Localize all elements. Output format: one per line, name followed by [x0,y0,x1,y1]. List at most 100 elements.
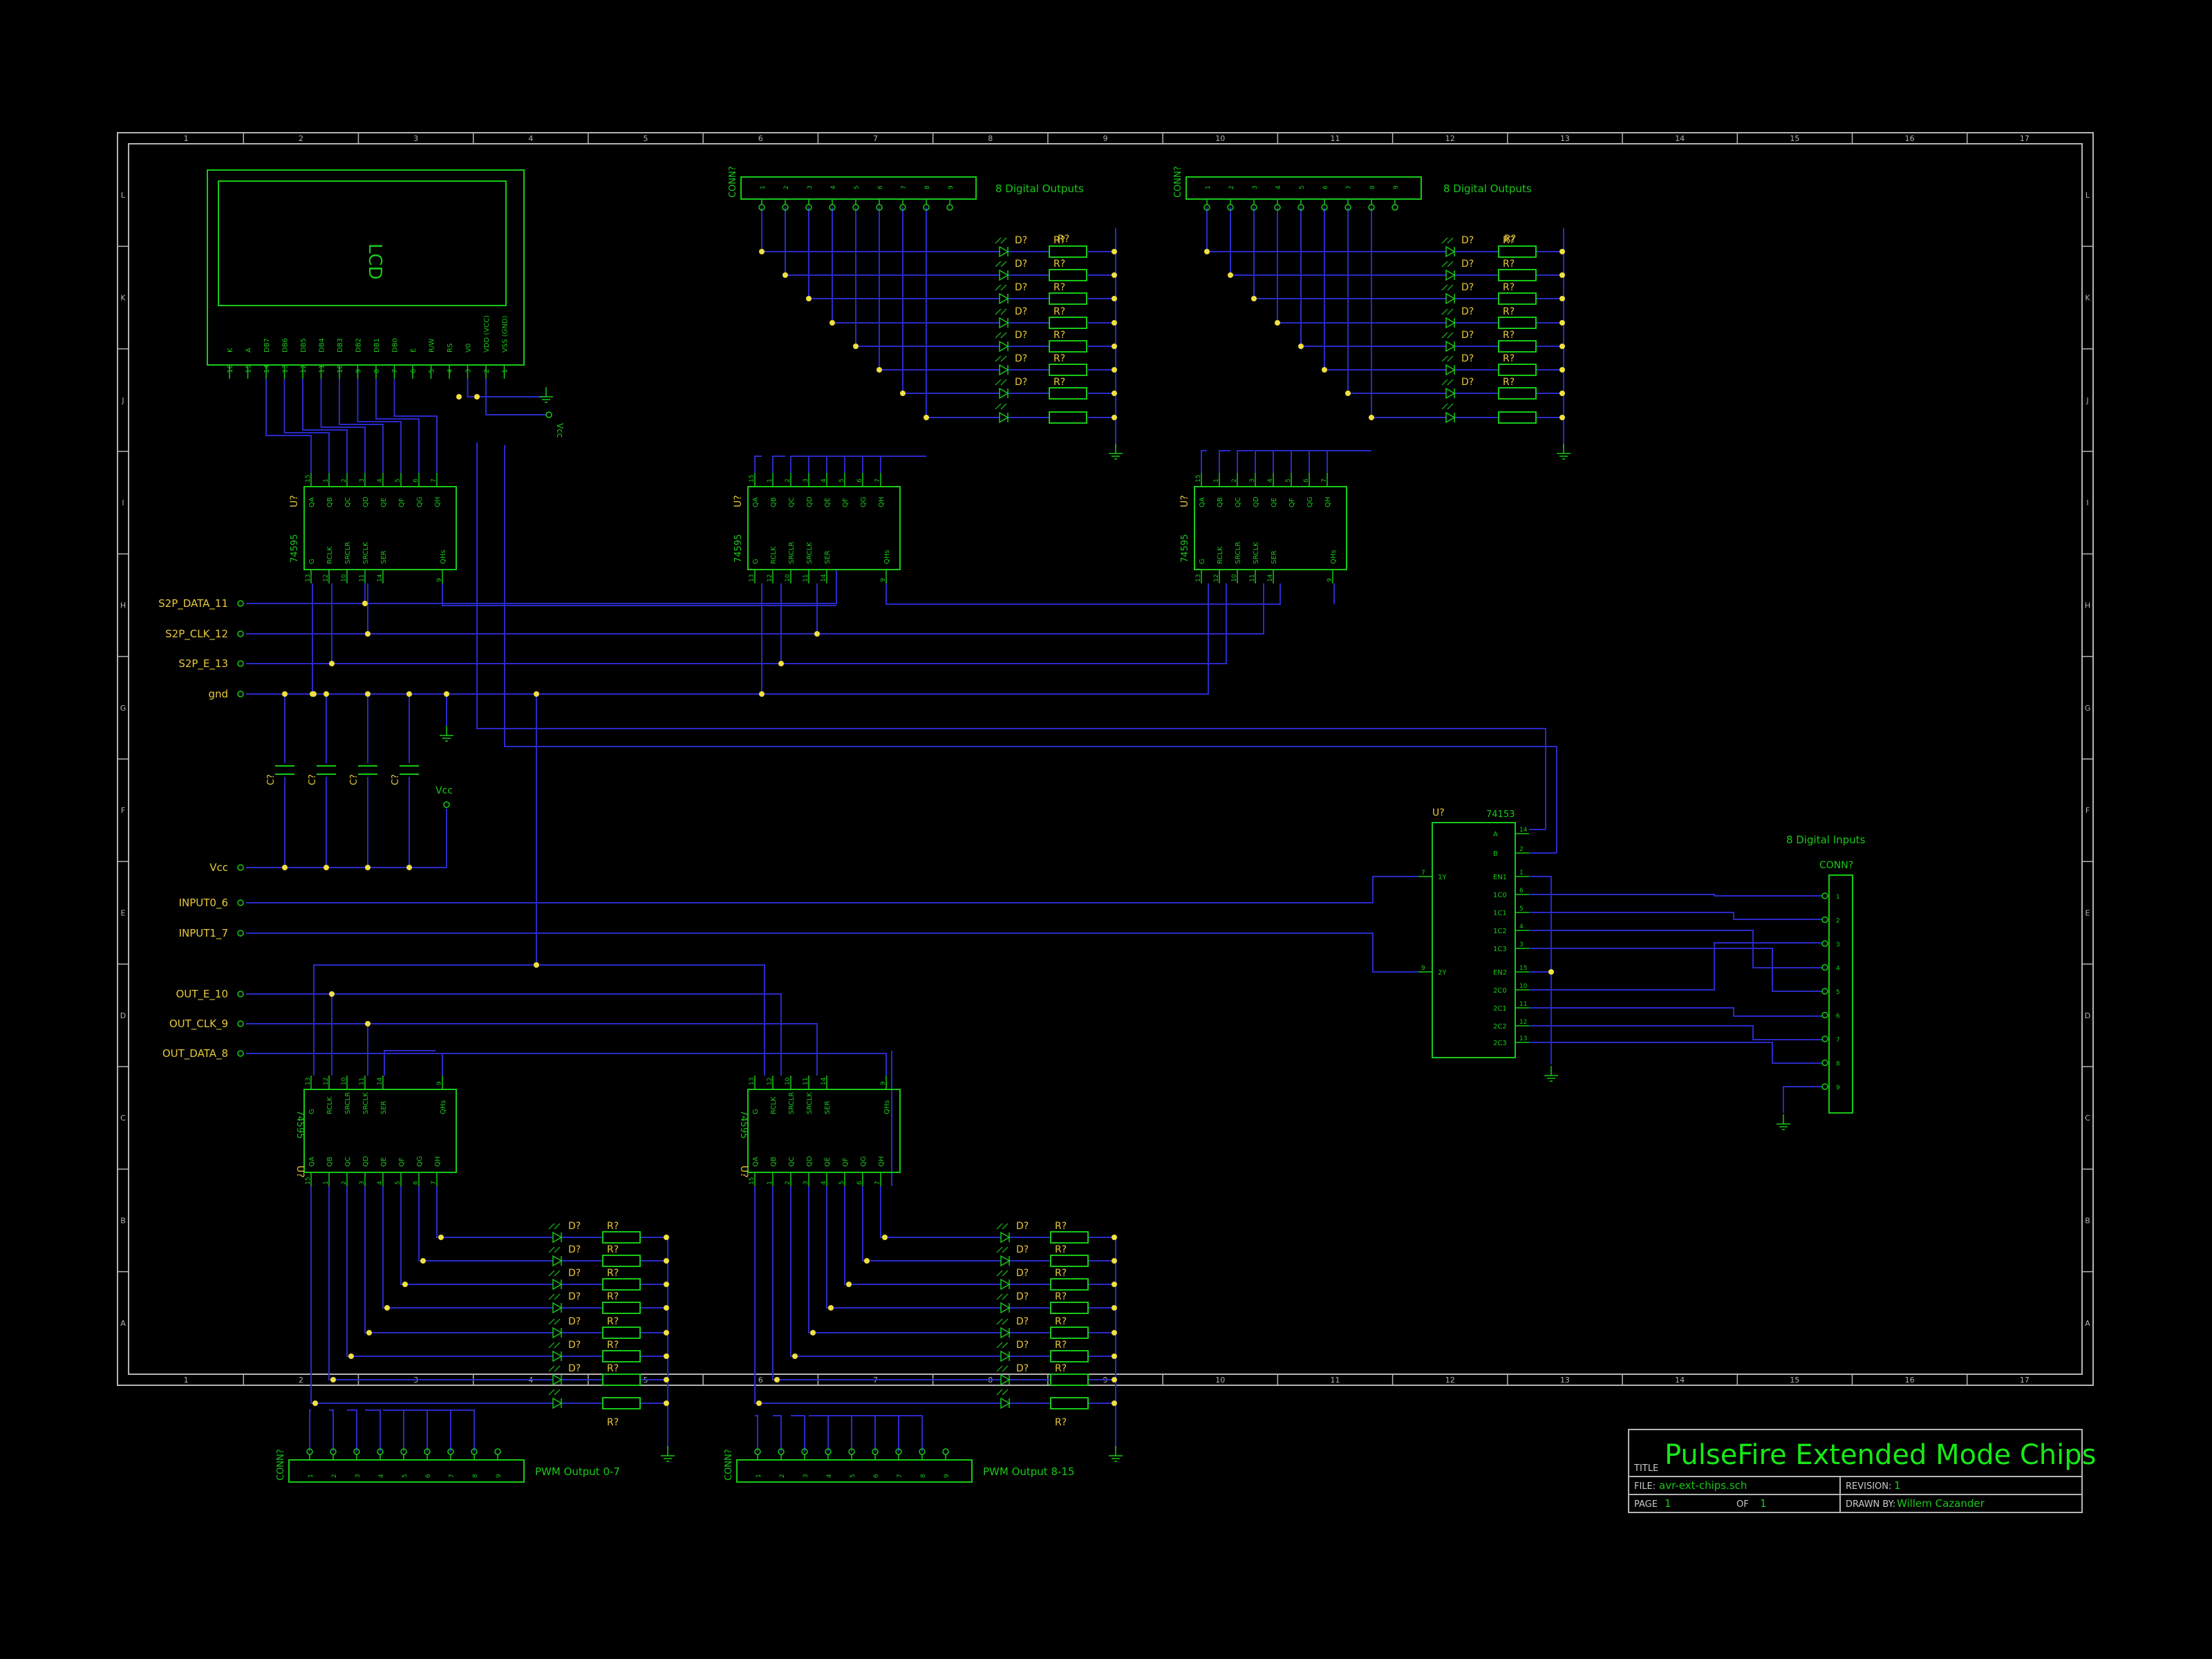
led-light-arrow [1441,379,1448,386]
pin-name: G [752,1109,760,1114]
pin-connector [1821,988,1828,995]
pin-number: 11 [803,574,809,582]
pin-number: 2 [341,478,348,482]
led-reference: D? [1016,1363,1029,1374]
chip-type: 74595 [294,1110,305,1138]
pin-name: QH [878,497,885,507]
lcd-pin-name: VDD (VCC) [483,315,491,353]
pin-name: 1C1 [1493,910,1507,917]
wire [773,1415,782,1452]
connector-pin-number: 7 [1346,185,1353,189]
title-block: TITLE PulseFire Extended Mode Chips FILE… [1628,1429,2096,1513]
led-symbol [1000,1231,1011,1244]
led-reference: D? [568,1221,581,1232]
pin-name: SER [380,550,388,564]
lcd-pin-name: DB0 [392,338,400,353]
wire [347,1409,357,1452]
led-light-arrow [1441,237,1448,244]
pin-number: 2 [785,1181,791,1185]
pin-connector [1821,964,1828,971]
wire [827,1415,852,1452]
resistor [602,1231,641,1244]
connector-reference: CONN? [276,1449,286,1481]
frame-inner [128,143,2083,1375]
column-label: 9 [1103,134,1108,143]
led-light-arrow [1002,1365,1009,1372]
wire [302,379,348,473]
led-light-arrow [995,308,1002,315]
led-light-arrow [1447,355,1454,362]
led-light-arrow [1447,332,1454,339]
pin-number: 5 [838,1181,845,1185]
resistor [1498,245,1537,258]
lcd-pin-number: 4 [447,369,454,373]
wire [1529,894,1822,897]
led-light-arrow [1000,237,1007,244]
junction-dot [806,296,812,301]
pin-name: QH [434,1156,442,1167]
lcd-pin-name: DB1 [373,338,381,353]
led-reference: D? [568,1291,581,1302]
junction-dot [778,661,784,666]
resistor-reference: R? [1503,330,1515,341]
drawn-by-label: DRAWN BY: [1846,1499,1895,1510]
connector-label: 8 Digital Outputs [995,182,1084,195]
row-label: G [2085,704,2091,713]
row-label: K [2085,294,2090,303]
wire [442,1053,887,1076]
pin-number: 6 [856,478,863,482]
connector-pin-number: 8 [1836,1061,1840,1068]
wire [246,1023,368,1076]
pin-number: 11 [1519,1001,1527,1008]
resistor [1050,1327,1089,1339]
pin-number: 7 [431,478,438,482]
junction-dot [1112,1258,1117,1264]
led-light-arrow [995,237,1002,244]
column-label: 17 [2020,134,2030,143]
led-light-arrow [1000,379,1007,386]
lcd-title: LCD [364,243,385,280]
column-label: 11 [1330,1376,1340,1385]
connector-pin-number: 9 [496,1474,503,1478]
led-light-arrow [554,1389,561,1396]
wire [283,379,330,473]
pin-number: 3 [1249,478,1256,482]
column-label: 1 [184,134,189,143]
led-light-arrow [554,1293,561,1300]
led-light-arrow [996,1223,1003,1230]
pin-number: 4 [821,1181,827,1185]
port-label-out_clk_9: OUT_CLK_9 [169,1018,228,1031]
led-reference: D? [1016,1221,1029,1232]
pin-number: 7 [1321,478,1328,482]
wire [1529,942,1822,991]
pin-name: SRCLK [362,542,370,564]
led-light-arrow [548,1223,555,1230]
pin-connector [942,1448,949,1455]
resistor [1498,364,1537,376]
wire [879,207,1000,371]
resistor [1498,411,1537,424]
schematic-canvas: 1122334455667788991010111112121313141415… [117,132,2096,1513]
pin-number: 14 [1519,827,1528,834]
led-reference: D? [1461,377,1474,388]
pin-name: SRCLK [806,1092,814,1114]
pin-number: 10 [785,1077,791,1085]
led-light-arrow [996,1318,1003,1325]
connector-pin-number: 1 [1836,894,1840,901]
wire [1529,1007,1822,1017]
wire [368,1023,818,1076]
wire [246,809,447,868]
port-label-s2p_e_13: S2P_E_13 [178,657,228,671]
column-label: 6 [758,134,763,143]
pin-name: SER [1271,550,1278,564]
pin-number: 13 [1519,1035,1527,1042]
resistor-reference: R? [607,1340,619,1351]
junction-dot [664,1258,669,1264]
resistor [602,1327,641,1339]
lcd-pin-number: 16 [227,364,234,373]
junction-dot [456,394,462,400]
resistor [1049,387,1087,400]
pin-number: 14 [377,574,384,582]
junction-dot [402,1282,408,1287]
row-label: H [2085,601,2090,610]
